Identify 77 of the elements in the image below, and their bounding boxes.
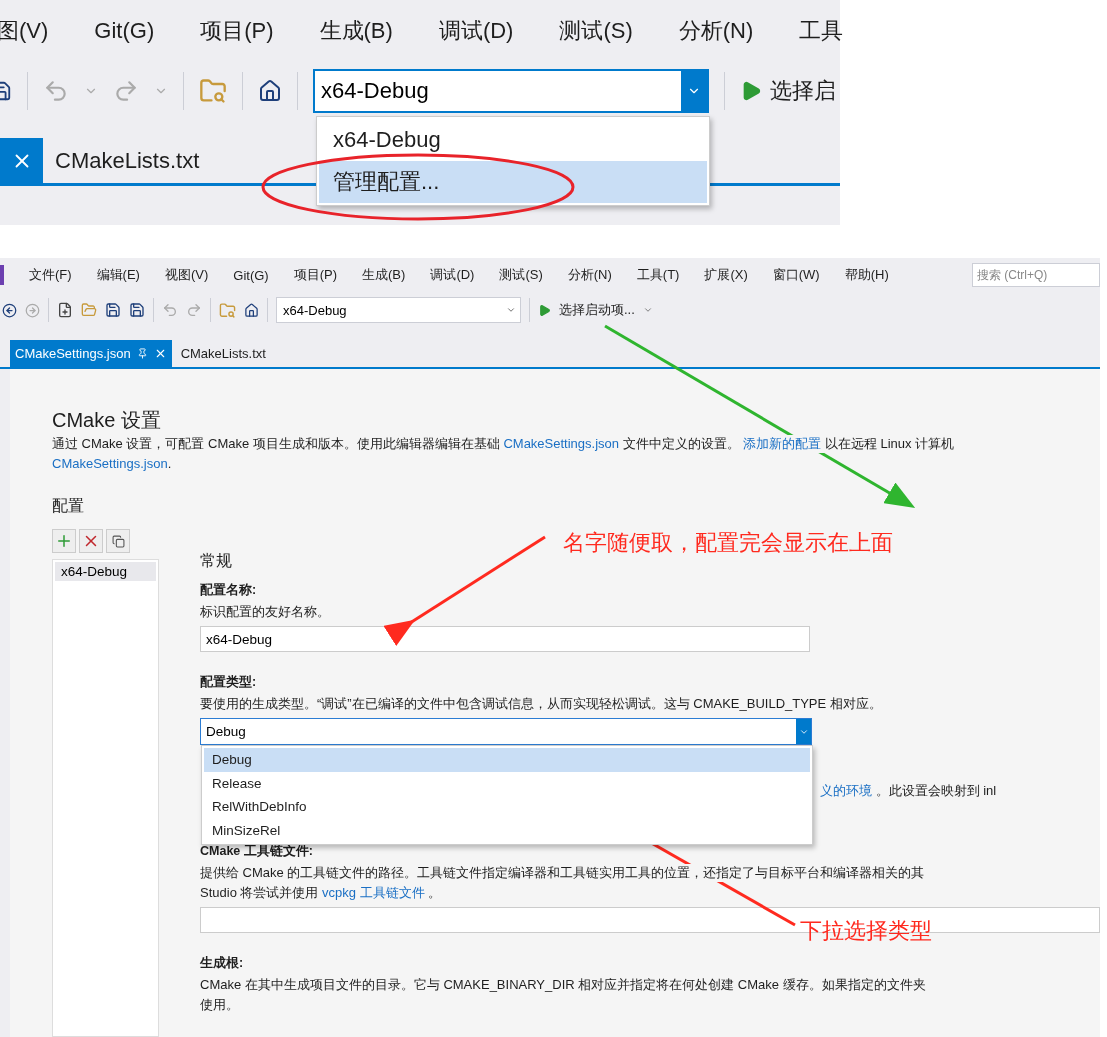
menu-item[interactable]: 视图(V)	[164, 266, 209, 284]
field-label: 配置名称:	[200, 582, 258, 599]
section-heading: 配置	[52, 496, 85, 516]
section-heading: 常规	[200, 551, 233, 571]
menu-item[interactable]: 文件(F)	[29, 266, 72, 284]
play-icon	[538, 303, 551, 317]
folder-search-icon[interactable]	[199, 77, 227, 105]
copy-icon	[111, 534, 125, 548]
menu-item[interactable]: 帮助(H)	[844, 266, 889, 284]
menu-item[interactable]: 生成(B)	[319, 16, 393, 46]
tab-label: CMakeSettings.json	[15, 346, 131, 361]
menu-item[interactable]: 生成(B)	[362, 266, 406, 284]
dropdown-item[interactable]: x64-Debug	[319, 119, 707, 161]
field-label: 生成根:	[200, 955, 245, 972]
help-text: 义的环境 。此设置会映射到 inl	[820, 782, 997, 800]
link[interactable]: CMakeSettings.json	[503, 436, 620, 451]
menu-item[interactable]: 项目(P)	[293, 266, 338, 284]
tab[interactable]: CMakeLists.txt	[175, 340, 271, 367]
save-all-icon[interactable]	[129, 302, 145, 318]
tab[interactable]: CMakeLists.txt	[43, 138, 212, 183]
link[interactable]: CMakeSettings.json	[52, 456, 168, 471]
redo-icon[interactable]	[113, 78, 139, 104]
home-icon[interactable]	[258, 79, 282, 103]
close-button[interactable]	[0, 138, 43, 183]
menu-item[interactable]: 测试(S)	[499, 266, 543, 284]
input-field[interactable]: x64-Debug	[200, 626, 810, 652]
field-label: 配置类型:	[200, 674, 258, 691]
description: 通过 CMake 设置，可配置 CMake 项目生成和版本。使用此编辑器编辑在基础 CMakeSettings.json 文件中定义的设置。 添加新的配置 以在远程 Linux 计算机	[52, 435, 955, 453]
delete-button[interactable]	[79, 529, 103, 553]
configuration-dropdown[interactable]: x64-Debug	[276, 297, 521, 323]
search-field[interactable]: 搜索 (Ctrl+Q)	[972, 263, 1100, 287]
caret-icon	[642, 305, 653, 315]
field-label: CMake 工具链文件:	[200, 843, 314, 860]
back-icon[interactable]	[2, 302, 17, 318]
undo-icon[interactable]	[43, 78, 69, 104]
copy-button[interactable]	[106, 529, 130, 553]
redo-icon[interactable]	[186, 302, 202, 318]
menu-item[interactable]: 工具	[799, 16, 844, 46]
link[interactable]: vcpkg 工具链文件	[322, 885, 425, 900]
folder-search-icon[interactable]	[219, 301, 236, 319]
tab[interactable]: CMakeSettings.json	[10, 340, 172, 367]
menu-item[interactable]: 调试(D)	[438, 16, 514, 46]
start-button[interactable]: 选择启动项...	[538, 301, 653, 319]
menu-item[interactable]: 分析(N)	[567, 266, 612, 284]
new-file-icon[interactable]	[57, 302, 73, 318]
menu-item[interactable]: 分析(N)	[678, 16, 754, 46]
menu-item[interactable]: Git(G)	[233, 267, 269, 283]
list-item[interactable]: x64-Debug	[55, 562, 156, 581]
dropdown-item[interactable]: 管理配置...	[319, 161, 707, 203]
menu-item[interactable]: 编辑(E)	[96, 266, 140, 284]
start-button[interactable]: 选择启	[740, 76, 836, 106]
undo-icon[interactable]	[162, 302, 178, 318]
annotation: 名字随便取，配置完会显示在上面	[563, 529, 893, 557]
link[interactable]: 义的环境	[820, 783, 872, 798]
menu-item[interactable]: 调试(D)	[430, 266, 475, 284]
menu-item[interactable]: 窗口(W)	[772, 266, 820, 284]
home-icon[interactable]	[244, 302, 259, 318]
type-dropdown[interactable]: Debug	[200, 718, 812, 745]
menu-item[interactable]: 工具(T)	[636, 266, 680, 284]
configuration-dropdown[interactable]: x64-Debug	[313, 69, 709, 113]
annotation: 下拉选择类型	[800, 917, 932, 945]
open-folder-icon[interactable]	[81, 302, 97, 318]
link[interactable]: 添加新的配置	[743, 436, 822, 451]
menu-item[interactable]: 项目(P)	[200, 16, 274, 46]
menu-item[interactable]: Git(G)	[94, 18, 155, 44]
page-title: CMake 设置	[52, 408, 162, 433]
logo-icon	[0, 265, 4, 285]
help-text: CMake 在其中生成项目文件的目录。它与 CMAKE_BINARY_DIR 相对应并指定将在何处创建 CMake 缓存。如果指定的文件夹	[200, 976, 926, 994]
forward-icon[interactable]	[25, 302, 40, 318]
tab-label: CMakeLists.txt	[180, 346, 266, 361]
pin-icon[interactable]	[136, 348, 148, 359]
menu-item[interactable]: 测试(S)	[559, 16, 633, 46]
menu-item[interactable]: 扩展(X)	[704, 266, 748, 284]
add-button[interactable]	[52, 529, 76, 553]
caret-icon	[506, 305, 516, 315]
save-icon[interactable]	[105, 302, 121, 318]
plus-icon	[55, 532, 73, 550]
